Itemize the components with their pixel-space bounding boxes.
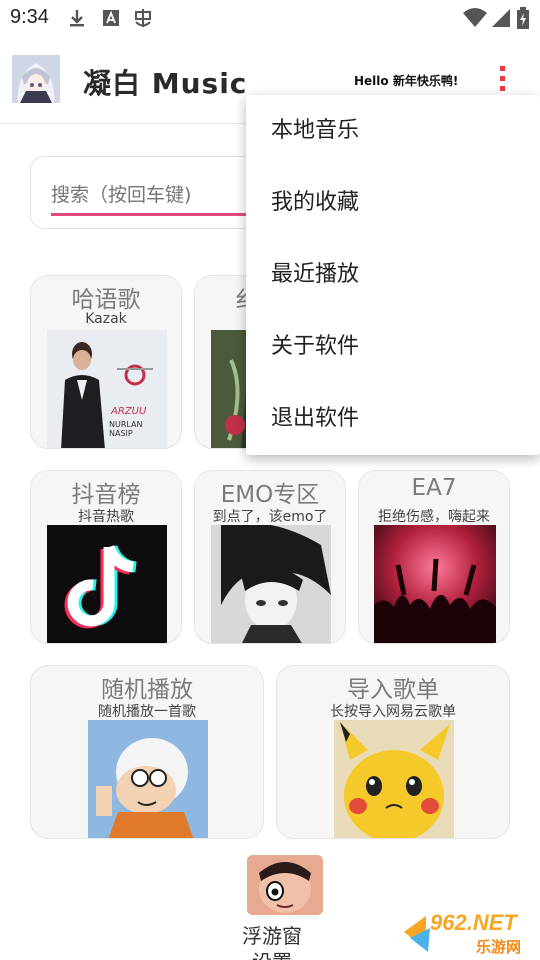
tiktok-logo: [47, 525, 167, 643]
card-kazak[interactable]: 哈语歌 Kazak ARZUU NURLAN NASIP: [30, 275, 182, 449]
kazak-album-art: ARZUU NURLAN NASIP: [47, 330, 167, 448]
battery-icon: [517, 7, 529, 29]
download-icon: [70, 10, 84, 27]
card-import-playlist[interactable]: 导入歌单 长按导入网易云歌单: [276, 665, 510, 839]
wifi-icon: [463, 8, 487, 27]
card-title: 随机播放: [101, 677, 193, 703]
album-art-title: ARZUU: [111, 406, 147, 417]
watermark-subtext: 乐游网: [476, 938, 522, 956]
menu-item-about[interactable]: 关于软件: [246, 311, 540, 383]
card-subtitle: 抖音热歌: [78, 509, 134, 525]
card-title: 导入歌单: [347, 677, 439, 703]
menu-item-favorites[interactable]: 我的收藏: [246, 167, 540, 239]
card-subtitle: 拒绝伤感，嗨起来: [378, 509, 490, 525]
card-title: EMO专区: [220, 482, 320, 508]
card-random[interactable]: 随机播放 随机播放一首歌: [30, 665, 264, 839]
anime-avatar-icon[interactable]: [12, 55, 60, 103]
watermark-text: 962.NET: [430, 910, 517, 935]
card-emo[interactable]: EMO专区 到点了，该emo了: [194, 470, 346, 644]
app-title: 凝白 Music: [83, 67, 248, 100]
card-subtitle: 长按导入网易云歌单: [330, 704, 456, 720]
more-vertical-icon[interactable]: [494, 64, 510, 98]
card-subtitle: 随机播放一首歌: [98, 704, 196, 720]
font-icon: [103, 10, 119, 26]
menu-item-local-music[interactable]: 本地音乐: [246, 95, 540, 167]
card-subtitle: Kazak: [85, 311, 127, 327]
emo-manga-art: [211, 525, 331, 643]
card-title: 哈语歌: [71, 287, 141, 313]
status-time: 9:34: [10, 6, 49, 28]
card-subtitle: 到点了，该emo了: [212, 509, 328, 525]
menu-item-exit[interactable]: 退出软件: [246, 383, 540, 455]
album-art-artist: NURLAN NASIP: [109, 420, 143, 438]
menu-item-recent[interactable]: 最近播放: [246, 239, 540, 311]
pikachu-art: [334, 720, 454, 838]
overflow-menu: 本地音乐 我的收藏 最近播放 关于软件 退出软件: [246, 95, 540, 455]
status-bar: 9:34: [0, 0, 540, 36]
card-title: 抖音榜: [71, 482, 141, 508]
card-douyin[interactable]: 抖音榜 抖音热歌: [30, 470, 182, 644]
card-ea7[interactable]: EA7 拒绝伤感，嗨起来: [358, 470, 510, 644]
site-watermark: 962.NET 乐游网: [400, 908, 536, 958]
floating-window-settings-label[interactable]: 浮游窗设置: [240, 923, 304, 960]
cartoon-boy-art: [88, 720, 208, 838]
greeting-text: Hello 新年快乐鸭!: [354, 74, 459, 88]
card-title: EA7: [411, 475, 457, 501]
signal-icon: [492, 9, 510, 27]
bug-icon: [135, 9, 151, 27]
face-icon[interactable]: [247, 855, 323, 915]
party-crowd-art: [374, 525, 496, 643]
